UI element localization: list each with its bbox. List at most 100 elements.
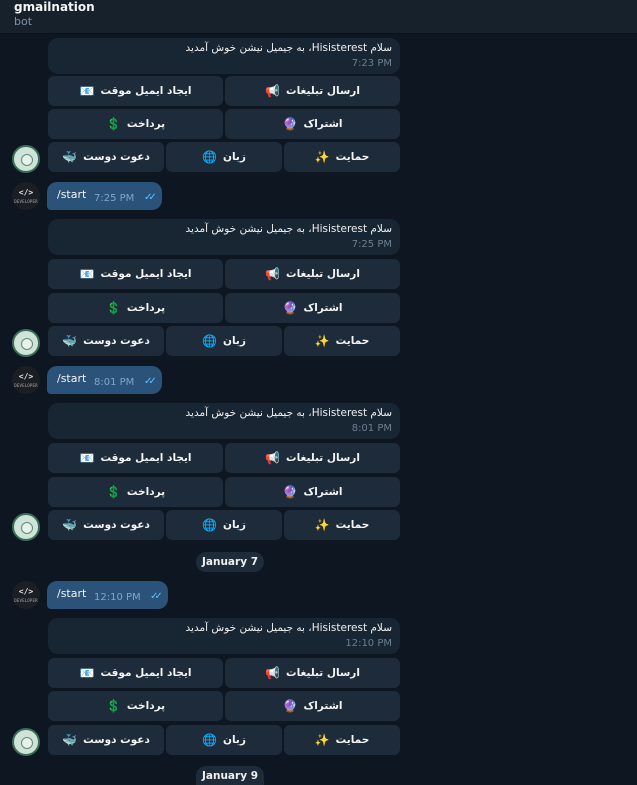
megaphone-icon: 📢 — [265, 267, 281, 281]
whale-icon: 🐳 — [62, 334, 78, 348]
button-label: حمایت — [335, 734, 370, 746]
whale-icon: 🐳 — [62, 150, 78, 164]
button-label: پرداخت — [126, 302, 166, 314]
button-label: پرداخت — [126, 486, 166, 498]
bot-avatar[interactable] — [12, 728, 40, 756]
bot-message-text: سلام Hisisterest، به جیمیل نیشن خوش آمدی… — [185, 622, 392, 634]
double-check-icon: ✓✓ — [144, 376, 157, 387]
avatar-code-glyph: </> — [18, 372, 34, 381]
user-command: /start — [57, 587, 87, 600]
user-avatar[interactable]: </> DEVELOPER — [12, 581, 40, 609]
create-temp-email-button[interactable]: ایجاد ایمیل موقت 📧 — [48, 658, 223, 688]
button-label: ارسال تبلیغات — [286, 85, 360, 97]
button-label: ایجاد ایمیل موقت — [100, 268, 192, 280]
dollar-icon: 💲 — [105, 117, 121, 131]
payment-button[interactable]: پرداخت 💲 — [48, 691, 223, 721]
language-button[interactable]: زبان 🌐 — [166, 725, 282, 755]
button-label: پرداخت — [126, 700, 166, 712]
button-label: دعوت دوست — [83, 734, 150, 746]
language-button[interactable]: زبان 🌐 — [166, 142, 282, 172]
dollar-icon: 💲 — [105, 699, 121, 713]
user-avatar[interactable]: </> DEVELOPER — [12, 182, 40, 210]
button-label: زبان — [223, 151, 246, 163]
support-button[interactable]: حمایت ✨ — [284, 326, 400, 356]
avatar-code-glyph: </> — [18, 587, 34, 596]
email-icon: 📧 — [79, 84, 95, 98]
globe-icon: 🌐 — [202, 518, 218, 532]
invite-friend-button[interactable]: دعوت دوست 🐳 — [48, 725, 164, 755]
user-message: /start 12:10 PM ✓✓ — [47, 581, 168, 609]
payment-button[interactable]: پرداخت 💲 — [48, 109, 223, 139]
language-button[interactable]: زبان 🌐 — [166, 510, 282, 540]
button-label: ایجاد ایمیل موقت — [100, 85, 192, 97]
create-temp-email-button[interactable]: ایجاد ایمیل موقت 📧 — [48, 259, 223, 289]
user-command: /start — [57, 372, 87, 385]
avatar-code-glyph: </> — [18, 188, 34, 197]
button-label: ارسال تبلیغات — [286, 452, 360, 464]
support-button[interactable]: حمایت ✨ — [284, 510, 400, 540]
dollar-icon: 💲 — [105, 485, 121, 499]
user-avatar[interactable]: </> DEVELOPER — [12, 366, 40, 394]
subscription-button[interactable]: اشتراک 🔮 — [225, 477, 400, 507]
crystal-ball-icon: 🔮 — [282, 699, 298, 713]
send-ads-button[interactable]: ارسال تبلیغات 📢 — [225, 76, 400, 106]
email-icon: 📧 — [79, 267, 95, 281]
payment-button[interactable]: پرداخت 💲 — [48, 293, 223, 323]
user-message: /start 8:01 PM ✓✓ — [47, 366, 162, 394]
bot-message-text: سلام Hisisterest، به جیمیل نیشن خوش آمدی… — [185, 42, 392, 54]
bot-avatar[interactable] — [12, 513, 40, 541]
chat-title: gmailnation — [14, 0, 95, 14]
send-ads-button[interactable]: ارسال تبلیغات 📢 — [225, 658, 400, 688]
crystal-ball-icon: 🔮 — [282, 485, 298, 499]
button-label: زبان — [223, 734, 246, 746]
globe-icon: 🌐 — [202, 150, 218, 164]
bot-welcome-message: سلام Hisisterest، به جیمیل نیشن خوش آمدی… — [48, 219, 400, 255]
button-label: حمایت — [335, 519, 370, 531]
message-time: 8:01 PM — [94, 377, 135, 388]
chat-subtitle: bot — [14, 15, 33, 28]
invite-friend-button[interactable]: دعوت دوست 🐳 — [48, 142, 164, 172]
message-time: 7:23 PM — [351, 58, 392, 69]
avatar-label: DEVELOPER — [14, 598, 38, 603]
double-check-icon: ✓✓ — [150, 591, 163, 602]
send-ads-button[interactable]: ارسال تبلیغات 📢 — [225, 443, 400, 473]
button-label: اشتراک — [303, 118, 343, 130]
create-temp-email-button[interactable]: ایجاد ایمیل موقت 📧 — [48, 76, 223, 106]
support-button[interactable]: حمایت ✨ — [284, 142, 400, 172]
button-label: ارسال تبلیغات — [286, 268, 360, 280]
dollar-icon: 💲 — [105, 301, 121, 315]
email-icon: 📧 — [79, 666, 95, 680]
invite-friend-button[interactable]: دعوت دوست 🐳 — [48, 510, 164, 540]
globe-icon: 🌐 — [202, 733, 218, 747]
bot-avatar[interactable] — [12, 329, 40, 357]
payment-button[interactable]: پرداخت 💲 — [48, 477, 223, 507]
subscription-button[interactable]: اشتراک 🔮 — [225, 691, 400, 721]
invite-friend-button[interactable]: دعوت دوست 🐳 — [48, 326, 164, 356]
message-time: 7:25 PM — [351, 239, 392, 250]
create-temp-email-button[interactable]: ایجاد ایمیل موقت 📧 — [48, 443, 223, 473]
bot-welcome-message: سلام Hisisterest، به جیمیل نیشن خوش آمدی… — [48, 403, 400, 439]
button-label: دعوت دوست — [83, 519, 150, 531]
message-time: 7:25 PM — [94, 193, 135, 204]
button-label: دعوت دوست — [83, 151, 150, 163]
button-label: دعوت دوست — [83, 335, 150, 347]
sparkle-icon: ✨ — [314, 334, 330, 348]
language-button[interactable]: زبان 🌐 — [166, 326, 282, 356]
chat-header[interactable]: gmailnation bot — [0, 0, 637, 34]
subscription-button[interactable]: اشتراک 🔮 — [225, 293, 400, 323]
button-label: ارسال تبلیغات — [286, 667, 360, 679]
send-ads-button[interactable]: ارسال تبلیغات 📢 — [225, 259, 400, 289]
button-label: پرداخت — [126, 118, 166, 130]
user-message: /start 7:25 PM ✓✓ — [47, 182, 162, 210]
subscription-button[interactable]: اشتراک 🔮 — [225, 109, 400, 139]
sparkle-icon: ✨ — [314, 733, 330, 747]
crystal-ball-icon: 🔮 — [282, 301, 298, 315]
bot-avatar[interactable] — [12, 145, 40, 173]
button-label: ایجاد ایمیل موقت — [100, 452, 192, 464]
date-separator: January 7 — [196, 552, 264, 572]
globe-icon: 🌐 — [202, 334, 218, 348]
double-check-icon: ✓✓ — [144, 192, 157, 203]
support-button[interactable]: حمایت ✨ — [284, 725, 400, 755]
megaphone-icon: 📢 — [265, 451, 281, 465]
avatar-label: DEVELOPER — [14, 199, 38, 204]
